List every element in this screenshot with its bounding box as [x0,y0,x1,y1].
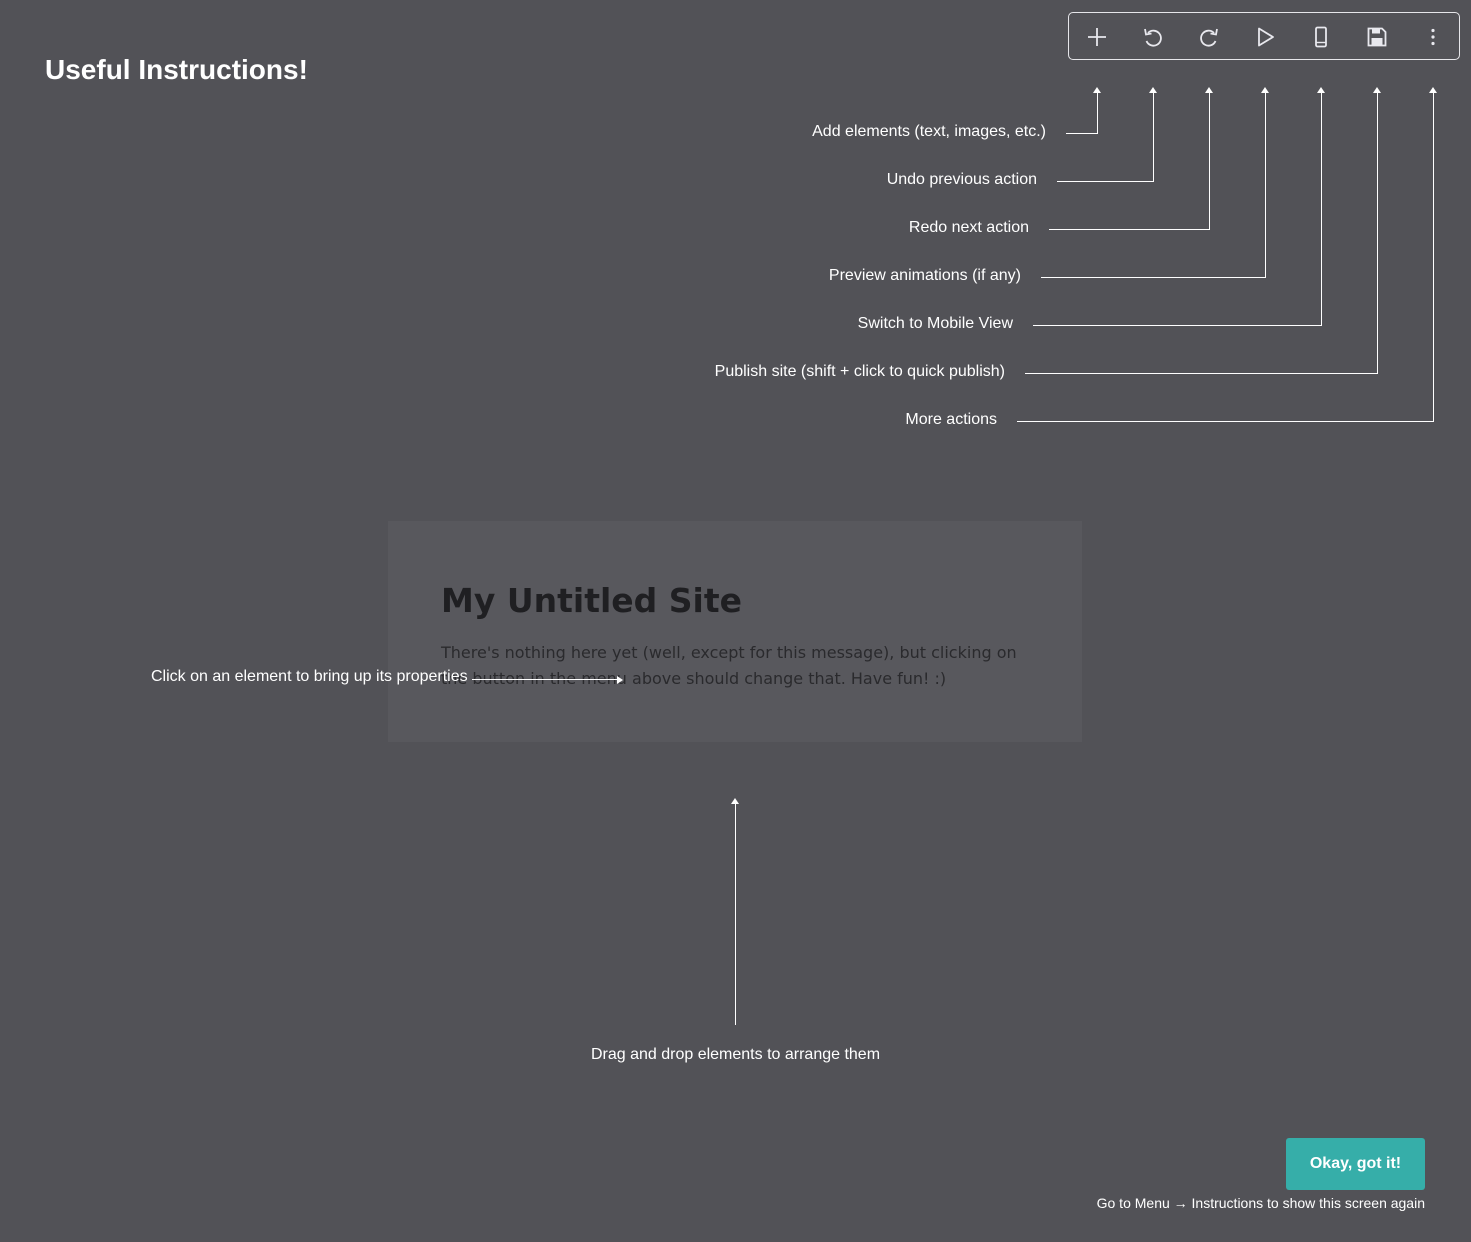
arrow-head [617,676,623,684]
hint-add: Add elements (text, images, etc.) [812,123,1046,140]
okay-got-it-button[interactable]: Okay, got it! [1286,1138,1425,1190]
hint-mobile: Switch to Mobile View [857,315,1013,332]
hint-publish: Publish site (shift + click to quick pub… [714,363,1005,380]
publish-button[interactable] [1362,22,1392,52]
hint-undo: Undo previous action [886,171,1037,188]
hint-click-element: Click on an element to bring up its prop… [151,668,468,685]
site-title[interactable]: My Untitled Site [441,579,742,623]
add-icon [1088,28,1106,46]
editor-toolbar [1068,12,1460,60]
undo-button[interactable] [1138,22,1168,52]
save-icon [1367,27,1387,47]
mobile-icon [1315,26,1327,48]
mobile-view-button[interactable] [1306,22,1336,52]
page-title: Useful Instructions! [45,54,308,85]
more-actions-button[interactable] [1418,22,1448,52]
redo-button[interactable] [1194,22,1224,52]
hint-drag-drop: Drag and drop elements to arrange them [590,1046,881,1063]
preview-button[interactable] [1250,22,1280,52]
hint-preview: Preview animations (if any) [828,267,1021,284]
pointer-line [735,802,736,1025]
hint-more: More actions [905,411,997,428]
site-body-text[interactable]: There's nothing here yet (well, except f… [441,640,1041,692]
instructions-overlay: Useful Instructions! Add elements (text,… [0,0,1471,1242]
leader-line [1017,92,1434,422]
hint-redo: Redo next action [908,219,1029,236]
play-icon [1258,27,1274,47]
more-vertical-icon [1431,28,1435,46]
pointer-line [472,679,618,680]
site-section[interactable]: My Untitled Site There's nothing here ye… [388,521,1082,742]
add-button[interactable] [1082,22,1112,52]
reminder-text: Go to Menu → Instructions to show this s… [1096,1195,1425,1211]
redo-icon [1200,28,1218,47]
undo-icon [1144,28,1162,47]
